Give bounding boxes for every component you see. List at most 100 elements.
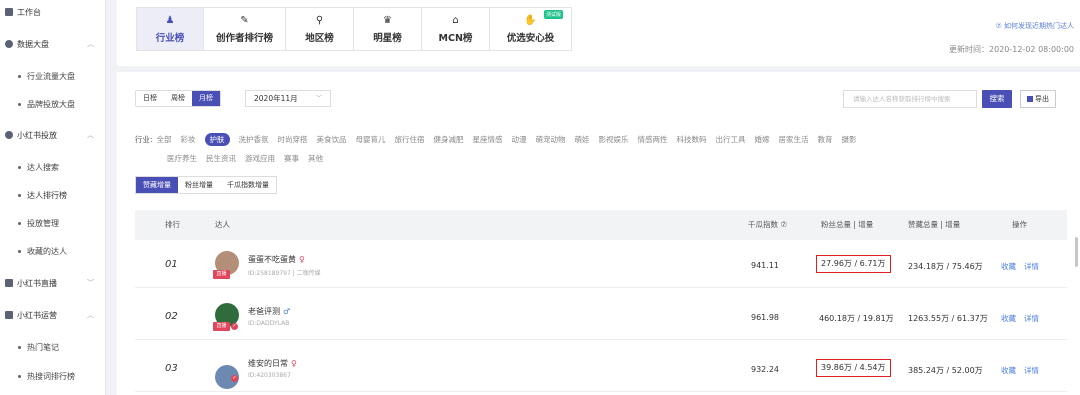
sort-index-increase[interactable]: 千瓜指数增量 [220,177,276,193]
sidebar-item-label: 热搜词排行榜 [27,371,75,381]
industry-option[interactable]: 全部 [157,130,172,149]
app-root: 工作台 数据大盘 ︿ 行业流量大盘 品牌投放大盘 小红书投放 ︿ 达人搜索 达人… [0,0,1080,395]
influencer-name-text: 维安的日常 [248,359,288,368]
influencer-id: ID:DADDYLAB [248,320,290,327]
industry-option[interactable]: 健身减肥 [434,130,464,149]
detail-link[interactable]: 详情 [1024,365,1039,376]
sidebar-item-data-dashboard[interactable]: 数据大盘 ︿ [0,34,106,54]
industry-option[interactable]: 彩妆 [181,130,196,149]
industry-option[interactable]: 旅行住宿 [395,130,425,149]
hand-icon: ✋ [524,14,537,26]
sidebar-item-industry-traffic[interactable]: 行业流量大盘 [0,66,106,86]
industry-option[interactable]: 其他 [308,149,323,168]
sidebar-item-label: 收藏的达人 [27,246,67,256]
female-icon: ♀ [291,359,297,368]
sidebar-item-hot-notes[interactable]: 热门笔记 [0,337,106,357]
industry-option[interactable]: 母婴育儿 [356,130,386,149]
sidebar-item-influencer-search[interactable]: 达人搜索 [0,157,106,177]
sidebar-item-label: 达人排行榜 [27,190,67,200]
influencer-name[interactable]: 维安的日常 ♀ [248,358,297,369]
video-icon [5,279,13,287]
chevron-up-icon: ︿ [87,40,94,48]
industry-option[interactable]: 婚嫁 [755,130,770,149]
industry-option[interactable]: 出行工具 [716,130,746,149]
sidebar-item-favorites[interactable]: 收藏的达人 [0,241,106,261]
industry-option[interactable]: 萌宠动物 [536,130,566,149]
sidebar-item-label: 品牌投放大盘 [27,99,75,109]
influencer-name[interactable]: 蛋蛋不吃蛋黄 ♀ [248,254,305,265]
table-header: 排行 达人 千瓜指数 ⑦ 粉丝总量 | 增量 赞藏总量 | 增量 操作 [135,210,1067,240]
qiangua-index: 941.11 [751,261,779,270]
export-label: 导出 [1035,95,1049,103]
sort-switch: 赞藏增量 粉丝增量 千瓜指数增量 [135,176,277,194]
target-icon [5,131,13,139]
month-select[interactable]: 2020年11月 ﹀ [245,90,331,107]
industry-option[interactable]: 萌娃 [575,130,590,149]
industry-option[interactable]: 美食饮品 [317,130,347,149]
period-switch: 日榜 周榜 月榜 [135,90,221,107]
period-month[interactable]: 月榜 [192,91,220,106]
industry-option[interactable]: 影视娱乐 [599,130,629,149]
industry-option[interactable]: 医疗养生 [167,149,197,168]
industry-option[interactable]: 时尚穿搭 [278,130,308,149]
industry-option[interactable]: 教育 [818,130,833,149]
industry-option[interactable]: 摄影 [842,130,857,149]
tab-preferred[interactable]: 测试版 ✋ 优选安心投 [490,7,572,51]
sidebar-item-label: 行业流量大盘 [27,71,75,81]
tab-star[interactable]: ♛ 明星榜 [354,7,422,51]
how-to-find-link[interactable]: ⑦ 如何发现近期热门达人 [995,21,1074,31]
favorite-link[interactable]: 收藏 [1001,365,1016,376]
sidebar-item-influencer-ranking[interactable]: 达人排行榜 [0,185,106,205]
col-index[interactable]: 千瓜指数 ⑦ [748,210,787,240]
detail-link[interactable]: 详情 [1024,261,1039,272]
crown-icon: ♛ [383,14,392,26]
col-influencer: 达人 [215,220,230,229]
col-rank: 排行 [165,220,180,229]
industry-option[interactable]: 赛事 [284,149,299,168]
sidebar-item-workbench[interactable]: 工作台 [0,2,106,22]
industry-option[interactable]: 民生资讯 [206,149,236,168]
scrollbar-thumb[interactable] [1075,237,1078,267]
tab-mcn[interactable]: ⌂ MCN榜 [422,7,490,51]
sidebar: 工作台 数据大盘 ︿ 行业流量大盘 品牌投放大盘 小红书投放 ︿ 达人搜索 达人… [0,0,106,395]
sidebar-item-hot-words[interactable]: 热搜词排行榜 [0,366,106,386]
tab-region[interactable]: ⚲ 地区榜 [286,7,354,51]
table-row: 01 直播 蛋蛋不吃蛋黄 ♀ ID:258189797 | 二咖传媒 941.11… [135,242,1067,288]
industry-option[interactable]: 游戏应用 [245,149,275,168]
industry-option[interactable]: 洗护香氛 [239,130,269,149]
industry-option[interactable]: 居家生活 [779,130,809,149]
sort-likes-increase[interactable]: 赞藏增量 [136,177,178,193]
sidebar-item-brand-delivery[interactable]: 品牌投放大盘 [0,94,106,114]
industry-option[interactable]: 星座情感 [473,130,503,149]
influencer-name[interactable]: 老爸评测 ♂ [248,306,290,317]
industry-option[interactable]: 情感两性 [638,130,668,149]
detail-link[interactable]: 详情 [1024,313,1039,324]
sidebar-item-delivery-mgmt[interactable]: 投放管理 [0,213,106,233]
export-button[interactable]: 导出 [1020,90,1056,108]
sidebar-item-xhs-ops[interactable]: 小红书运营 ︿ [0,305,106,325]
sort-fans-increase[interactable]: 粉丝增量 [178,177,220,193]
industry-option[interactable]: 护肤 [204,133,230,146]
ranking-tabs: ♟ 行业榜 ✎ 创作者排行榜 ⚲ 地区榜 ♛ 明星榜 ⌂ MCN榜 测试版 ✋ [136,7,572,51]
sidebar-item-label: 热门笔记 [27,342,59,352]
location-icon: ⚲ [315,14,324,26]
sidebar-item-label: 数据大盘 [17,39,49,49]
industry-option[interactable]: 动漫 [512,130,527,149]
sidebar-item-label: 小红书直播 [17,278,57,288]
tab-industry[interactable]: ♟ 行业榜 [136,7,204,51]
sidebar-item-xhs-delivery[interactable]: 小红书投放 ︿ [0,125,106,145]
favorite-link[interactable]: 收藏 [1001,261,1016,272]
tab-creator[interactable]: ✎ 创作者排行榜 [204,7,286,51]
tab-label: 地区榜 [305,32,334,44]
search-button[interactable]: 搜索 [982,90,1012,108]
sidebar-item-label: 小红书投放 [17,130,57,140]
sidebar-item-xhs-live[interactable]: 小红书直播 ﹀ [0,273,106,293]
tab-label: 明星榜 [373,32,402,44]
industry-option[interactable]: 科技数码 [677,130,707,149]
period-week[interactable]: 周榜 [164,91,192,106]
chevron-up-icon: ︿ [87,131,94,139]
favorite-link[interactable]: 收藏 [1001,313,1016,324]
period-day[interactable]: 日榜 [136,91,164,106]
table-row: 03 ✓ 维安的日常 ♀ ID:420303867 932.24 39.86万 /… [135,346,1067,392]
search-input[interactable]: 请输入达人名称获取排行榜中搜索 [843,90,977,108]
